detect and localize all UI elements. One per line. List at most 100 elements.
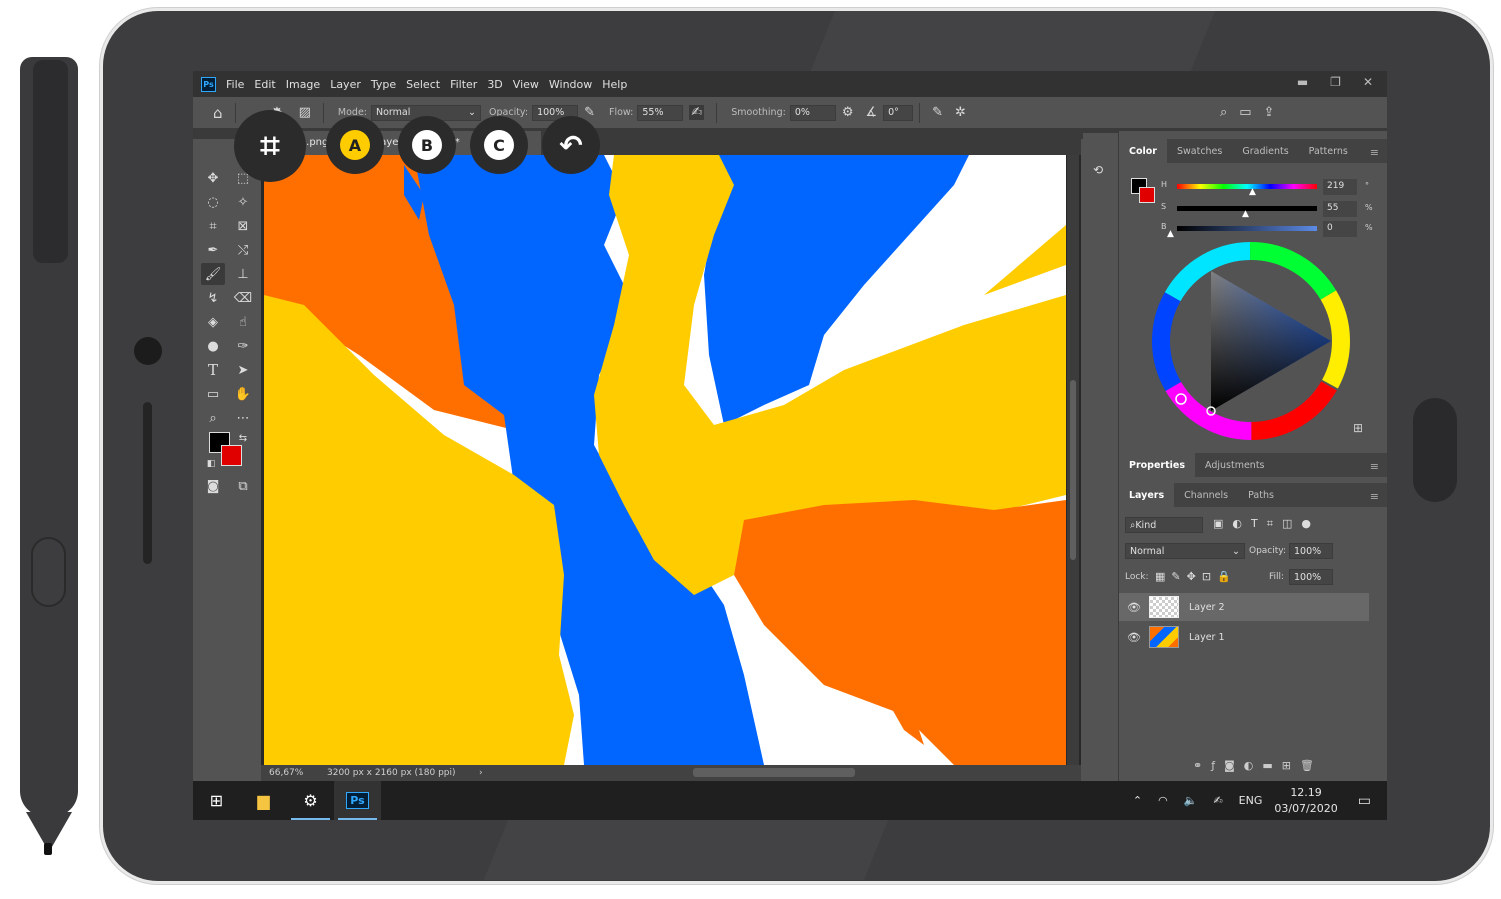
eyedropper-tool-icon[interactable]: ✒	[201, 239, 225, 261]
shortcut-a-button[interactable]: A	[326, 116, 384, 174]
history-panel-icon[interactable]: ⟲	[1093, 163, 1103, 177]
panel-bg-swatch[interactable]	[1139, 187, 1155, 203]
vertical-scrollbar[interactable]	[1067, 155, 1079, 765]
hue-value[interactable]: 219	[1323, 179, 1357, 195]
history-brush-tool-icon[interactable]: ↯	[201, 287, 225, 309]
menu-layer[interactable]: Layer	[330, 78, 361, 91]
tab-paths[interactable]: Paths	[1238, 483, 1284, 507]
tab-layers[interactable]: Layers	[1119, 483, 1175, 507]
paint-bucket-tool-icon[interactable]: ◈	[201, 311, 225, 333]
adjustment-layer-icon[interactable]: ◐	[1244, 759, 1263, 772]
close-icon[interactable]: ✕	[1363, 75, 1373, 89]
share-icon[interactable]: ⇪	[1264, 105, 1275, 120]
fill-field[interactable]: 100%	[1289, 569, 1333, 585]
layer-opacity-field[interactable]: 100%	[1289, 543, 1333, 559]
shortcut-b-button[interactable]: B	[398, 116, 456, 174]
language-indicator[interactable]: ENG	[1239, 794, 1263, 807]
airbrush-icon[interactable]: ✍	[689, 105, 705, 120]
menu-help[interactable]: Help	[602, 78, 627, 91]
home-icon[interactable]: ⌂	[213, 104, 223, 122]
link-layers-icon[interactable]: ⚭	[1193, 759, 1211, 772]
layer-style-icon[interactable]: ƒ	[1211, 759, 1224, 772]
pen-menu-icon[interactable]: ✍	[1213, 794, 1222, 807]
saturation-slider-handle[interactable]: ▲	[1242, 209, 1249, 219]
tab-adjustments[interactable]: Adjustments	[1195, 453, 1275, 477]
tab-channels[interactable]: Channels	[1174, 483, 1238, 507]
brightness-slider-row[interactable]: B ▲ 0 %	[1159, 221, 1373, 239]
clock[interactable]: 12.19 03/07/2020	[1274, 785, 1337, 817]
saturation-value[interactable]: 55	[1323, 201, 1357, 217]
layer-mask-icon[interactable]: ◙	[1224, 759, 1244, 772]
quick-mask-icon[interactable]: ◙	[201, 475, 225, 497]
horizontal-scroll-thumb[interactable]	[693, 768, 855, 777]
layer-name[interactable]: Layer 2	[1189, 602, 1225, 613]
path-selection-tool-icon[interactable]: ➤	[231, 359, 255, 381]
filter-type-icon[interactable]: T	[1251, 517, 1267, 530]
gear-icon[interactable]: ⚙	[842, 105, 854, 120]
default-colors-icon[interactable]: ◧	[199, 453, 223, 475]
notifications-icon[interactable]: ▭	[1358, 793, 1371, 809]
rectangle-tool-icon[interactable]: ▭	[201, 383, 225, 405]
smudge-tool-icon[interactable]: ☝	[231, 311, 255, 333]
group-folder-icon[interactable]: ▬	[1262, 759, 1281, 772]
trash-icon[interactable]: 🗑	[1300, 759, 1323, 772]
tab-patterns[interactable]: Patterns	[1299, 139, 1358, 163]
menu-image[interactable]: Image	[286, 78, 320, 91]
ruler-tool-icon[interactable]: ⤭	[231, 239, 255, 261]
symmetry-icon[interactable]: ✲	[955, 105, 966, 120]
layer-row[interactable]: 👁 Layer 2	[1119, 593, 1369, 621]
menu-select[interactable]: Select	[406, 78, 440, 91]
saturation-slider-row[interactable]: S ▲ 55 %	[1159, 201, 1373, 219]
chevron-up-icon[interactable]: ⌃	[1133, 794, 1142, 807]
zoom-tool-icon[interactable]: ⌕	[201, 407, 225, 429]
eraser-tool-icon[interactable]: ⌫	[231, 287, 255, 309]
lock-position-icon[interactable]: ✥	[1187, 570, 1202, 583]
flow-field[interactable]: 55%	[637, 104, 684, 121]
wifi-icon[interactable]: ◠	[1158, 794, 1168, 807]
volume-icon[interactable]: 🔈	[1184, 794, 1198, 807]
hand-tool-icon[interactable]: ✋	[231, 383, 255, 405]
filter-adjustment-icon[interactable]: ◐	[1232, 517, 1251, 530]
undo-shortcut-button[interactable]: ↶	[542, 116, 600, 174]
lock-pixels-icon[interactable]: ✎	[1171, 570, 1186, 583]
tab-color[interactable]: Color	[1119, 139, 1167, 163]
pressure-opacity-icon[interactable]: ✎	[584, 105, 595, 120]
tab-properties[interactable]: Properties	[1119, 453, 1195, 477]
frame-tool-icon[interactable]: ⊠	[231, 215, 255, 237]
shortcut-c-button[interactable]: C	[470, 116, 528, 174]
document-info[interactable]: 3200 px x 2160 px (180 ppi)	[327, 768, 467, 778]
lock-artboard-icon[interactable]: ⊡	[1202, 570, 1217, 583]
layer-name[interactable]: Layer 1	[1189, 632, 1225, 643]
add-swatch-icon[interactable]: ⊞	[1353, 421, 1363, 435]
restore-icon[interactable]: ❐	[1330, 75, 1341, 89]
layer-filter-select[interactable]: ⌕ Kind	[1125, 517, 1203, 533]
layer-blend-mode-select[interactable]: Normal ⌄	[1125, 543, 1245, 559]
tab-gradients[interactable]: Gradients	[1232, 139, 1298, 163]
brightness-slider-handle[interactable]: ▲	[1167, 229, 1174, 239]
layers-menu-icon[interactable]: ≡	[1370, 490, 1379, 503]
angle-field[interactable]: 0°	[883, 104, 914, 121]
magic-wand-tool-icon[interactable]: ✧	[231, 191, 255, 213]
new-layer-icon[interactable]: ⊞	[1282, 759, 1300, 772]
chevron-right-icon[interactable]: ›	[479, 768, 483, 778]
hardware-button[interactable]	[1413, 398, 1457, 502]
windows-start-icon[interactable]: ⊞	[193, 781, 240, 820]
menu-window[interactable]: Window	[549, 78, 592, 91]
filter-shape-icon[interactable]: ⌗	[1267, 517, 1282, 530]
file-explorer-icon[interactable]: ▆	[240, 781, 287, 820]
filter-smart-icon[interactable]: ◫	[1282, 517, 1301, 530]
menu-filter[interactable]: Filter	[450, 78, 477, 91]
menu-view[interactable]: View	[513, 78, 539, 91]
brightness-value[interactable]: 0	[1323, 221, 1357, 237]
eye-icon[interactable]: 👁	[1127, 601, 1141, 614]
properties-menu-icon[interactable]: ≡	[1370, 460, 1379, 473]
panel-menu-icon[interactable]: ≡	[1370, 146, 1379, 159]
type-tool-icon[interactable]: T	[201, 359, 225, 381]
lock-transparency-icon[interactable]: ▦	[1155, 570, 1171, 583]
lasso-tool-icon[interactable]: ◌	[201, 191, 225, 213]
tab-swatches[interactable]: Swatches	[1167, 139, 1232, 163]
hue-slider-row[interactable]: H ▲ 219 °	[1159, 179, 1369, 197]
hue-slider[interactable]	[1177, 184, 1317, 189]
vertical-scroll-thumb[interactable]	[1070, 380, 1076, 560]
document-canvas[interactable]	[264, 155, 1066, 765]
